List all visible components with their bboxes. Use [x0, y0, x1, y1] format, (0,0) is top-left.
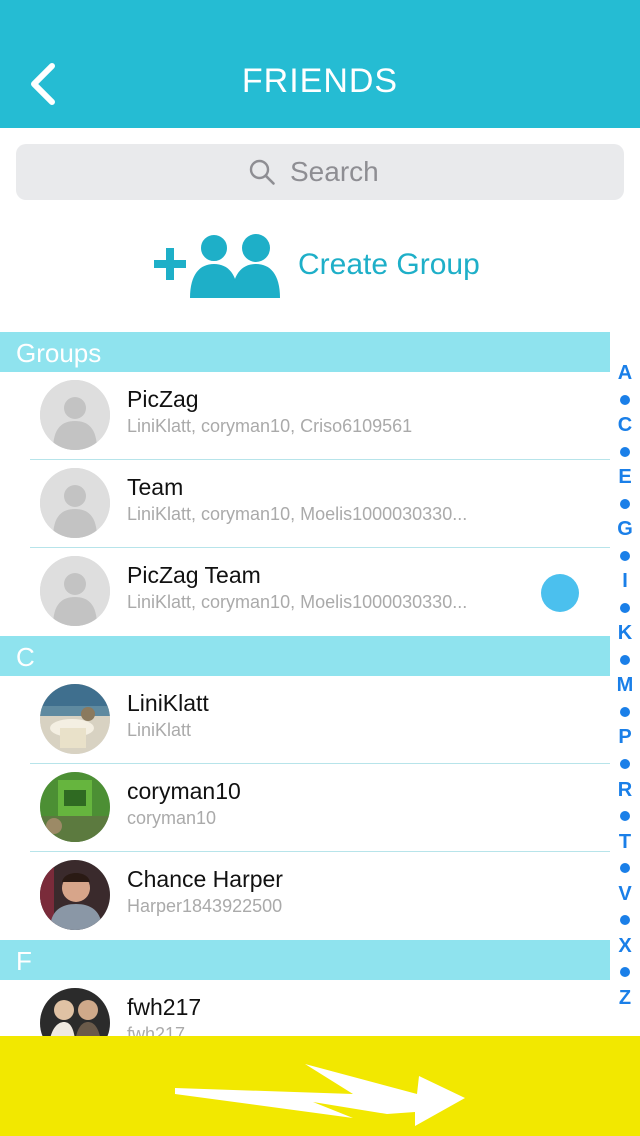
index-letter-k[interactable]: K: [618, 622, 632, 645]
index-dot: [620, 394, 630, 405]
search-bar[interactable]: [16, 144, 624, 200]
profile-photo: [40, 988, 110, 1036]
row-title: fwh217: [127, 994, 202, 1020]
index-dot: [620, 811, 630, 822]
person-placeholder-icon: [40, 468, 110, 538]
avatar: [40, 988, 110, 1036]
search-input[interactable]: [288, 155, 392, 189]
index-dot: [620, 602, 630, 613]
page-title: FRIENDS: [241, 62, 399, 100]
index-dot: [620, 915, 630, 926]
nav-bar: FRIENDS: [0, 0, 640, 128]
index-dot: [620, 446, 630, 457]
index-dot: [620, 498, 630, 509]
row-title: LiniKlatt: [127, 690, 209, 716]
person-placeholder-icon: [40, 380, 110, 450]
avatar: [40, 468, 110, 538]
profile-photo: [40, 772, 110, 842]
index-letter-c[interactable]: C: [618, 414, 632, 437]
friend-row-liniklatt[interactable]: LiniKlatt LiniKlatt: [0, 676, 610, 764]
row-title: PicZag Team: [127, 562, 261, 588]
avatar: [40, 772, 110, 842]
avatar: [40, 684, 110, 754]
profile-photo: [40, 860, 110, 930]
index-letter-i[interactable]: I: [622, 570, 628, 593]
index-dot: [620, 706, 630, 717]
row-title: coryman10: [127, 778, 241, 804]
index-letter-r[interactable]: R: [618, 779, 632, 802]
friend-row-fwh217[interactable]: fwh217 fwh217: [0, 980, 610, 1036]
index-letter-e[interactable]: E: [618, 466, 631, 489]
friend-row-chance-harper[interactable]: Chance Harper Harper1843922500: [0, 852, 610, 940]
row-subtitle: fwh217: [127, 1024, 186, 1036]
row-subtitle: LiniKlatt, coryman10, Moelis1000030330..…: [127, 592, 468, 612]
lightning-arrow-icon: [175, 1064, 465, 1126]
index-dot: [620, 550, 630, 561]
index-letter-t[interactable]: T: [619, 831, 631, 854]
index-dot: [620, 967, 630, 978]
index-dot: [620, 863, 630, 874]
friends-list[interactable]: Groups PicZag LiniKlatt, coryman10, Cris…: [0, 332, 610, 1036]
index-letter-x[interactable]: X: [618, 935, 631, 958]
section-header-f: F: [0, 940, 610, 980]
avatar: [40, 380, 110, 450]
index-letter-z[interactable]: Z: [619, 987, 631, 1010]
group-row-piczag[interactable]: PicZag LiniKlatt, coryman10, Criso610956…: [0, 372, 610, 460]
group-row-piczag-team[interactable]: PicZag Team LiniKlatt, coryman10, Moelis…: [0, 548, 610, 636]
person-placeholder-icon: [40, 556, 110, 626]
row-subtitle: LiniKlatt, coryman10, Criso6109561: [127, 416, 413, 436]
unread-indicator: [541, 574, 579, 612]
section-header-groups: Groups: [0, 332, 610, 372]
index-letter-v[interactable]: V: [618, 883, 631, 906]
index-dot: [620, 758, 630, 769]
create-group-button[interactable]: Create Group: [150, 230, 480, 300]
search-icon: [249, 159, 275, 185]
add-group-icon: [154, 233, 280, 298]
index-letter-p[interactable]: P: [618, 726, 631, 749]
row-title: Chance Harper: [127, 866, 283, 892]
index-letter-m[interactable]: M: [617, 674, 634, 697]
send-button[interactable]: [0, 1036, 640, 1136]
avatar: [40, 860, 110, 930]
row-subtitle: Harper1843922500: [127, 896, 283, 916]
section-header-c: C: [0, 636, 610, 676]
row-title: PicZag: [127, 386, 199, 412]
index-dot: [620, 654, 630, 665]
index-letter-g[interactable]: G: [617, 518, 633, 541]
profile-photo: [40, 684, 110, 754]
row-title: Team: [127, 474, 184, 500]
row-subtitle: LiniKlatt, coryman10, Moelis1000030330..…: [127, 504, 468, 524]
row-subtitle: LiniKlatt: [127, 720, 192, 740]
index-letter-a[interactable]: A: [618, 362, 632, 385]
row-subtitle: coryman10: [127, 808, 217, 828]
friend-row-coryman10[interactable]: coryman10 coryman10: [0, 764, 610, 852]
create-group-label: Create Group: [298, 248, 480, 281]
avatar: [40, 556, 110, 626]
group-row-team[interactable]: Team LiniKlatt, coryman10, Moelis1000030…: [0, 460, 610, 548]
section-index[interactable]: A C E G I K M P R T V X Z: [610, 362, 640, 1010]
